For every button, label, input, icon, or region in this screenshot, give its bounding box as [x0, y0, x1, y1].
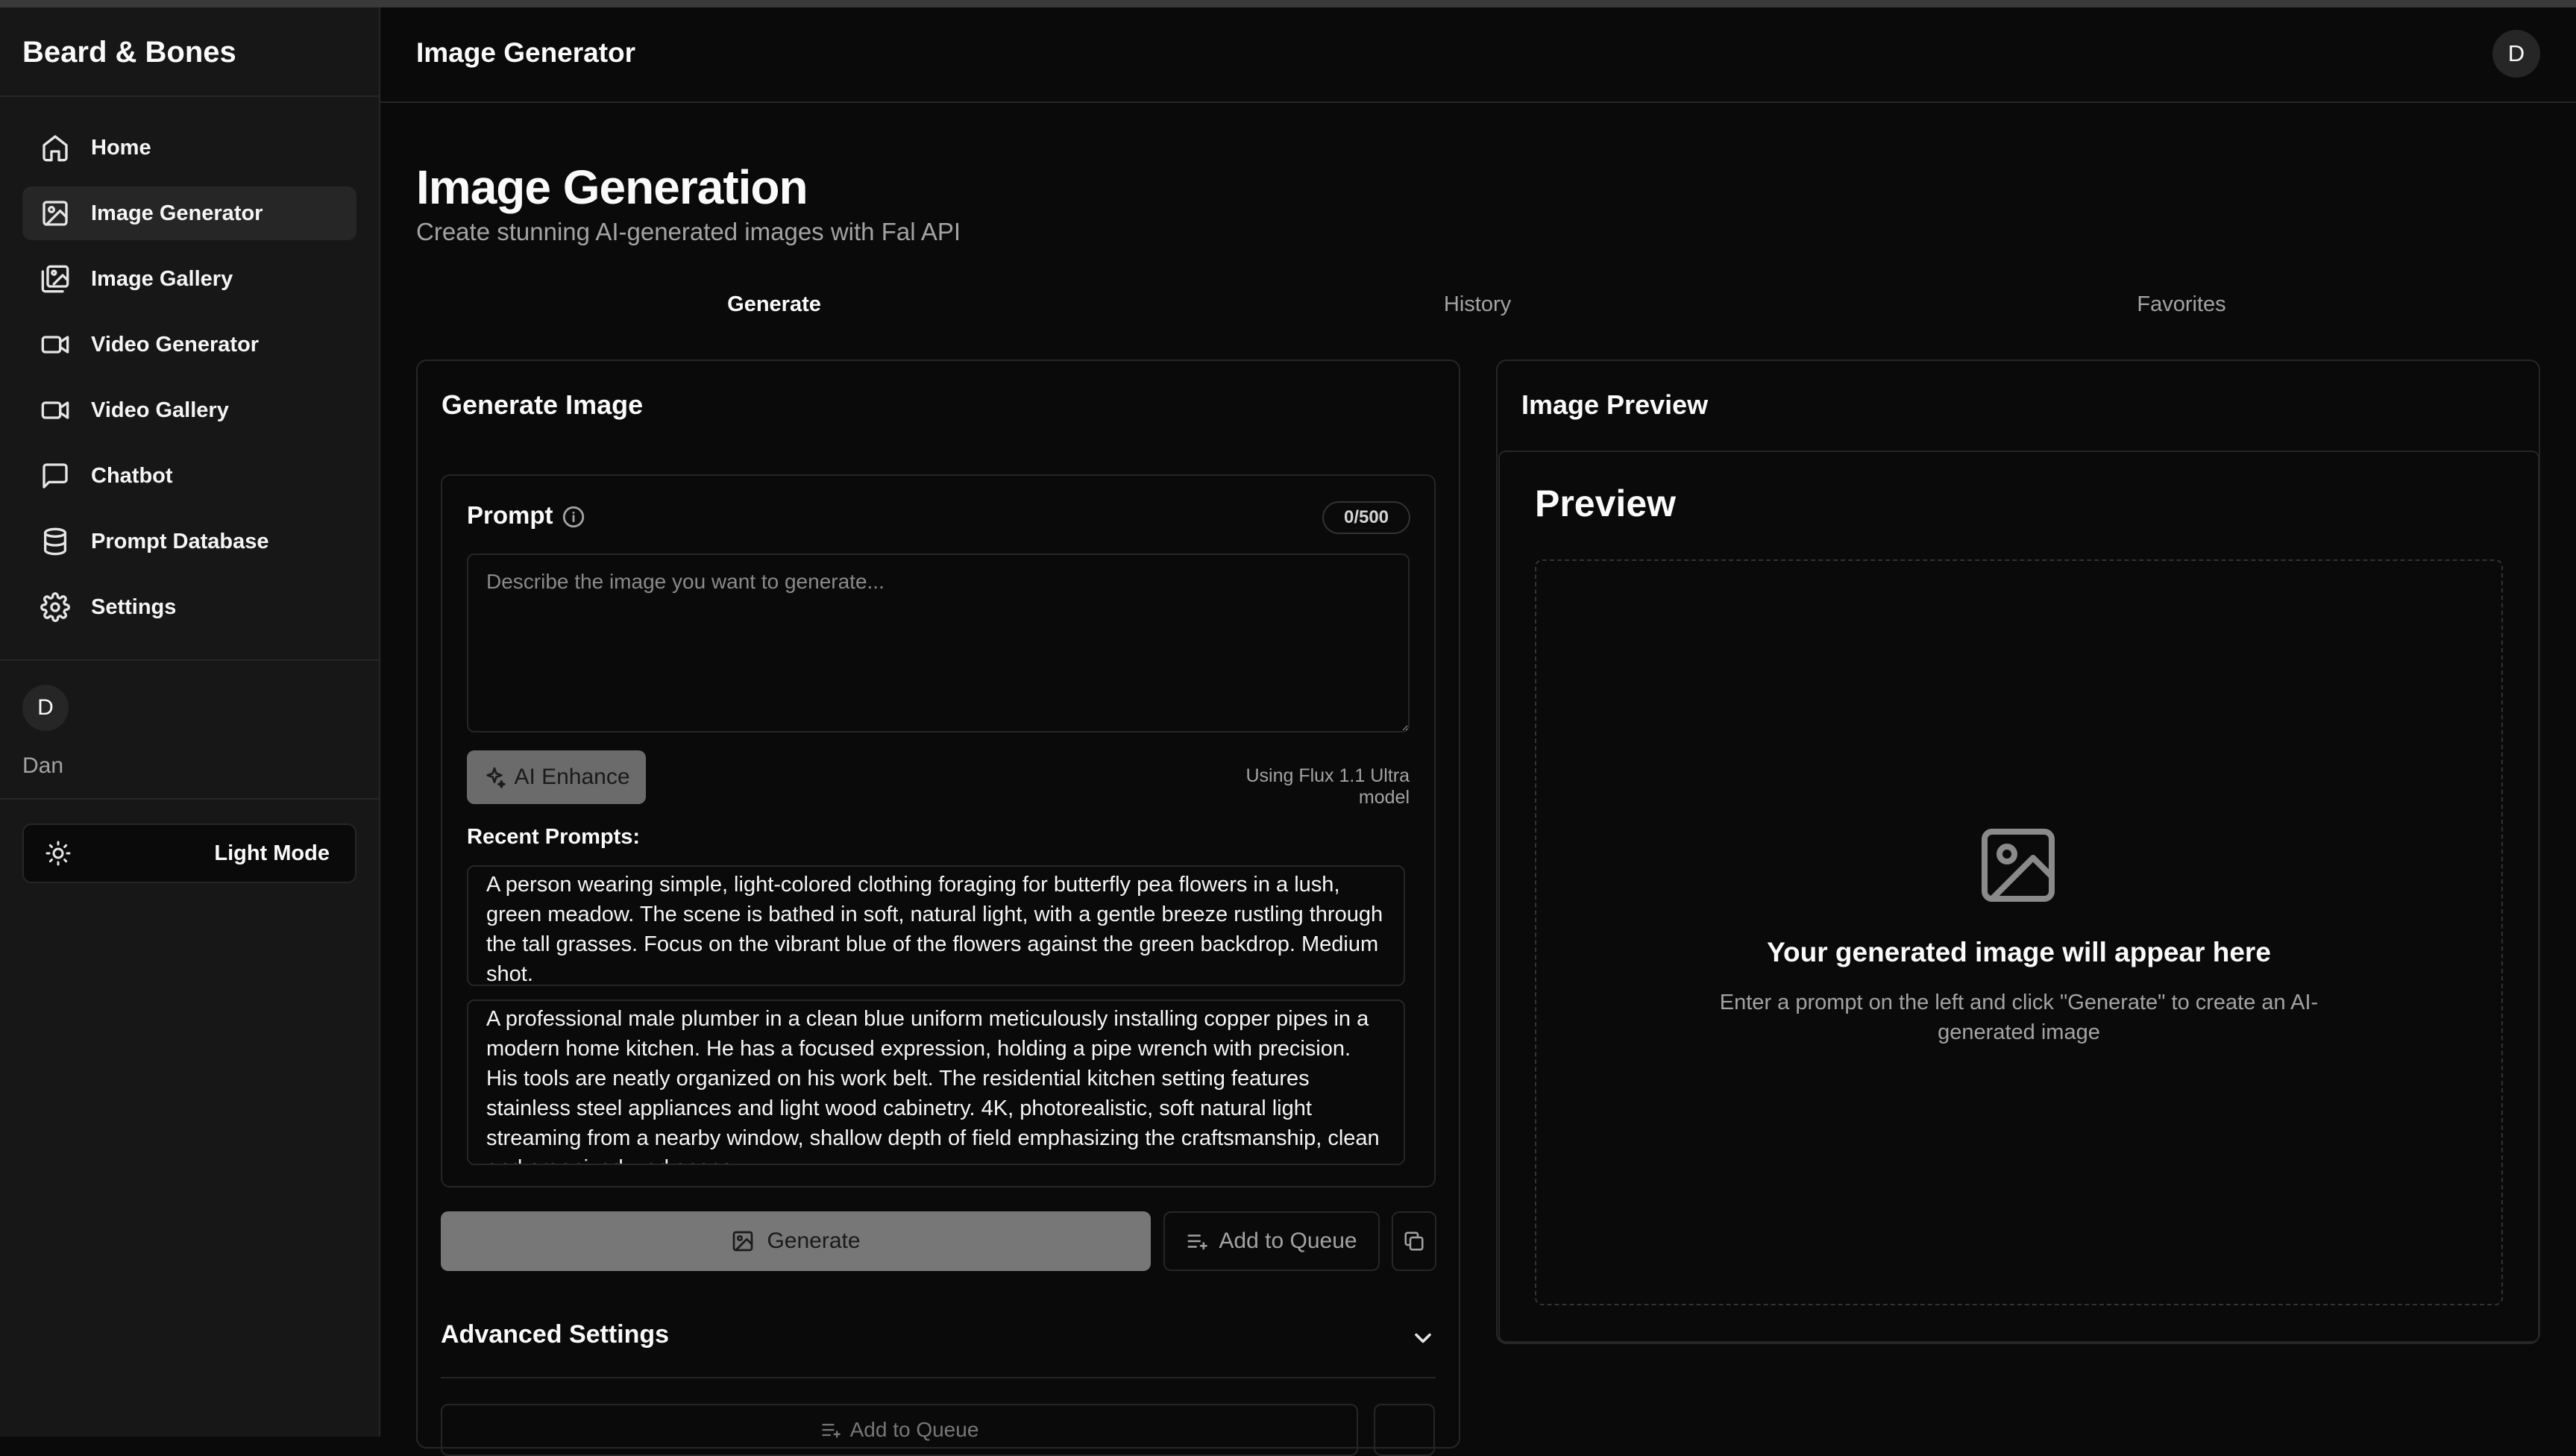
- ai-enhance-label: AI Enhance: [514, 765, 630, 789]
- sidebar-item-label: Prompt Database: [91, 529, 269, 553]
- image-icon: [39, 197, 72, 230]
- sparkles-icon: [483, 765, 506, 789]
- preview-dropzone: [1535, 559, 2503, 1305]
- sidebar-item-video-generator[interactable]: Video Generator: [22, 318, 356, 371]
- gear-icon: [39, 591, 72, 624]
- ai-enhance-button[interactable]: AI Enhance: [467, 750, 646, 804]
- window-top-strip: [0, 0, 2576, 7]
- avatar[interactable]: D: [2492, 30, 2540, 78]
- tab-generate[interactable]: Generate: [727, 292, 821, 317]
- brand-name: Beard & Bones: [22, 36, 236, 69]
- prompt-label: Prompt: [467, 501, 553, 529]
- sidebar-divider: [0, 798, 379, 800]
- add-to-queue-button-secondary[interactable]: Add to Queue: [441, 1404, 1358, 1456]
- home-icon: [39, 131, 72, 164]
- page-title: Image Generation: [416, 160, 808, 214]
- sidebar-item-label: Home: [91, 135, 151, 160]
- generate-card-title: Generate Image: [442, 389, 644, 420]
- sidebar-item-label: Image Gallery: [91, 266, 233, 291]
- preview-heading: Preview: [1535, 483, 1677, 524]
- copy-icon: [1403, 1230, 1425, 1252]
- database-icon: [39, 525, 72, 558]
- list-plus-icon: [820, 1419, 841, 1440]
- add-to-queue-label: Add to Queue: [849, 1418, 979, 1441]
- sidebar: Beard & Bones Home Image Generator Image…: [0, 7, 380, 1437]
- list-plus-icon: [1186, 1230, 1208, 1252]
- info-icon[interactable]: [561, 504, 586, 530]
- empty-state-title: Your generated image will appear here: [1767, 937, 2271, 967]
- add-to-queue-button[interactable]: Add to Queue: [1163, 1211, 1380, 1271]
- sidebar-item-label: Video Generator: [91, 332, 260, 357]
- tab-favorites[interactable]: Favorites: [2137, 292, 2225, 317]
- sidebar-item-label: Settings: [91, 594, 177, 619]
- video-icon: [39, 328, 72, 361]
- app-window: Beard & Bones Home Image Generator Image…: [0, 0, 2576, 1456]
- video-icon: [39, 394, 72, 427]
- top-header: Image Generator D: [380, 7, 2576, 103]
- char-counter-badge: 0/500: [1322, 501, 1410, 534]
- generate-label: Generate: [767, 1228, 861, 1253]
- sun-icon: [45, 840, 72, 867]
- images-icon: [39, 263, 72, 295]
- sidebar-item-image-generator[interactable]: Image Generator: [22, 186, 356, 240]
- recent-prompts-label: Recent Prompts:: [467, 825, 641, 849]
- sidebar-item-label: Chatbot: [91, 463, 173, 488]
- user-name: Dan: [22, 753, 64, 778]
- sidebar-item-settings[interactable]: Settings: [22, 580, 356, 634]
- sidebar-item-label: Image Generator: [91, 201, 263, 225]
- chat-icon: [39, 459, 72, 492]
- recent-prompt-item[interactable]: A professional male plumber in a clean b…: [467, 1000, 1405, 1165]
- add-to-queue-label: Add to Queue: [1219, 1228, 1357, 1253]
- sidebar-divider: [0, 95, 379, 97]
- tab-history[interactable]: History: [1444, 292, 1511, 317]
- recent-prompt-item[interactable]: A person wearing simple, light-colored c…: [467, 865, 1405, 986]
- sidebar-item-chatbot[interactable]: Chatbot: [22, 449, 356, 503]
- empty-state-description: Enter a prompt on the left and click "Ge…: [1719, 991, 2319, 1044]
- copy-button[interactable]: [1392, 1211, 1436, 1271]
- prompt-input[interactable]: [467, 553, 1410, 732]
- page-subtitle: Create stunning AI-generated images with…: [416, 218, 961, 245]
- sidebar-divider: [0, 659, 379, 661]
- image-icon: [731, 1229, 755, 1253]
- header-title: Image Generator: [416, 37, 636, 68]
- generate-button[interactable]: Generate: [441, 1211, 1151, 1271]
- light-mode-toggle[interactable]: Light Mode: [22, 823, 356, 883]
- model-note: Using Flux 1.1 Ultra model: [1245, 765, 1410, 808]
- queue-list-button[interactable]: [1374, 1404, 1435, 1456]
- light-mode-label: Light Mode: [214, 841, 330, 865]
- sidebar-item-label: Video Gallery: [91, 398, 229, 422]
- sidebar-item-prompt-database[interactable]: Prompt Database: [22, 515, 356, 568]
- advanced-settings-toggle[interactable]: Advanced Settings: [441, 1320, 669, 1349]
- image-placeholder-icon: [1973, 820, 2063, 910]
- sidebar-item-image-gallery[interactable]: Image Gallery: [22, 252, 356, 306]
- chevron-down-icon[interactable]: [1410, 1325, 1436, 1352]
- sidebar-item-home[interactable]: Home: [22, 121, 356, 175]
- preview-card-title: Image Preview: [1521, 389, 1709, 420]
- advanced-divider: [441, 1377, 1436, 1378]
- sidebar-item-video-gallery[interactable]: Video Gallery: [22, 383, 356, 437]
- avatar[interactable]: D: [22, 685, 69, 731]
